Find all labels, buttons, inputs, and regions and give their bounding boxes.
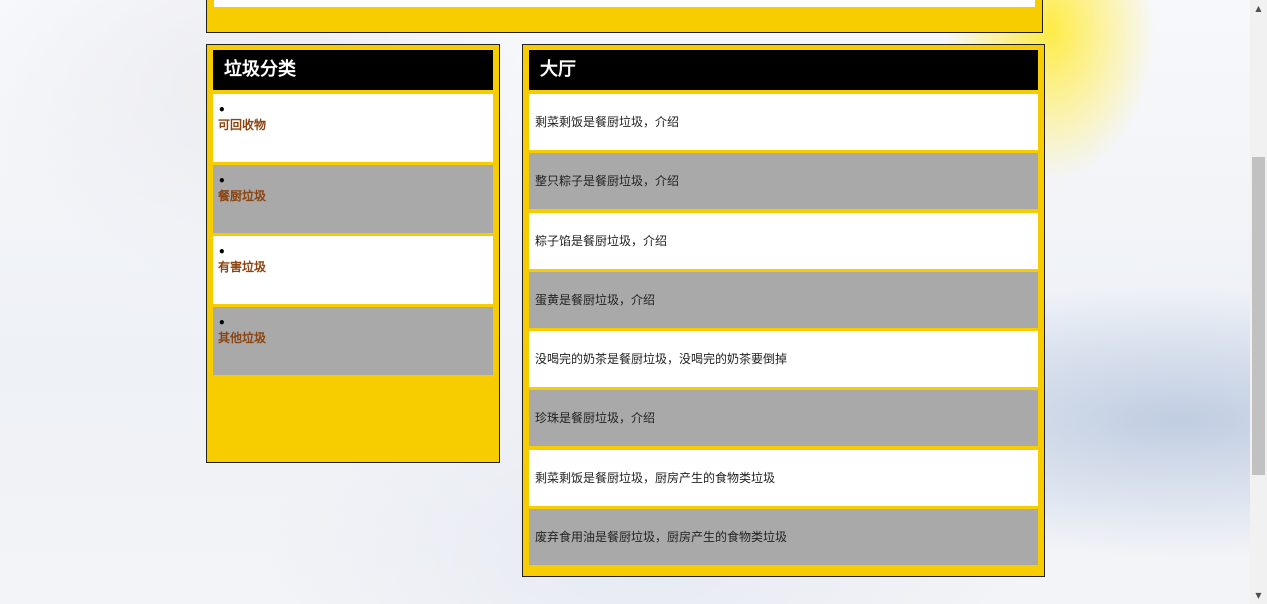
hall-item-list: 剩菜剩饭是餐厨垃圾，介绍 整只粽子是餐厨垃圾，介绍 粽子馅是餐厨垃圾，介绍 蛋黄…	[529, 94, 1038, 568]
list-item[interactable]: 没喝完的奶茶是餐厨垃圾，没喝完的奶茶要倒掉	[529, 331, 1038, 388]
bullet-icon: •	[218, 316, 226, 330]
category-label[interactable]: 餐厨垃圾	[218, 188, 493, 204]
vertical-scrollbar[interactable]: ▲ ▼	[1250, 0, 1267, 604]
scroll-down-icon[interactable]: ▼	[1250, 587, 1267, 604]
category-item-recyclable[interactable]: • 可回收物	[213, 94, 493, 162]
scrollbar-thumb[interactable]	[1252, 157, 1265, 475]
list-item[interactable]: 粽子馅是餐厨垃圾，介绍	[529, 212, 1038, 269]
list-item[interactable]: 剩菜剩饭是餐厨垃圾，厨房产生的食物类垃圾	[529, 449, 1038, 506]
bullet-icon: •	[218, 245, 226, 259]
top-panel-content	[214, 0, 1035, 7]
bullet-icon: •	[218, 174, 226, 188]
hall-panel: 大厅 剩菜剩饭是餐厨垃圾，介绍 整只粽子是餐厨垃圾，介绍 粽子馅是餐厨垃圾，介绍…	[522, 44, 1045, 577]
category-item-other[interactable]: • 其他垃圾	[213, 307, 493, 375]
list-item[interactable]: 整只粽子是餐厨垃圾，介绍	[529, 153, 1038, 210]
category-item-hazardous[interactable]: • 有害垃圾	[213, 236, 493, 304]
scroll-up-icon[interactable]: ▲	[1250, 0, 1267, 17]
category-item-kitchen[interactable]: • 餐厨垃圾	[213, 165, 493, 233]
list-item[interactable]: 珍珠是餐厨垃圾，介绍	[529, 390, 1038, 447]
bullet-icon: •	[218, 103, 226, 117]
list-item[interactable]: 蛋黄是餐厨垃圾，介绍	[529, 271, 1038, 328]
list-item[interactable]: 废弃食用油是餐厨垃圾，厨房产生的食物类垃圾	[529, 509, 1038, 566]
category-list: • 可回收物 • 餐厨垃圾 • 有害垃圾 • 其他垃圾	[213, 94, 493, 378]
category-label[interactable]: 有害垃圾	[218, 259, 493, 275]
top-panel	[206, 0, 1043, 33]
list-item[interactable]: 剩菜剩饭是餐厨垃圾，介绍	[529, 94, 1038, 150]
category-panel-title: 垃圾分类	[213, 50, 493, 90]
hall-panel-title: 大厅	[529, 50, 1038, 90]
category-label[interactable]: 其他垃圾	[218, 330, 493, 346]
category-panel: 垃圾分类 • 可回收物 • 餐厨垃圾 • 有害垃圾 • 其他垃圾	[206, 44, 500, 463]
category-label[interactable]: 可回收物	[218, 117, 493, 133]
